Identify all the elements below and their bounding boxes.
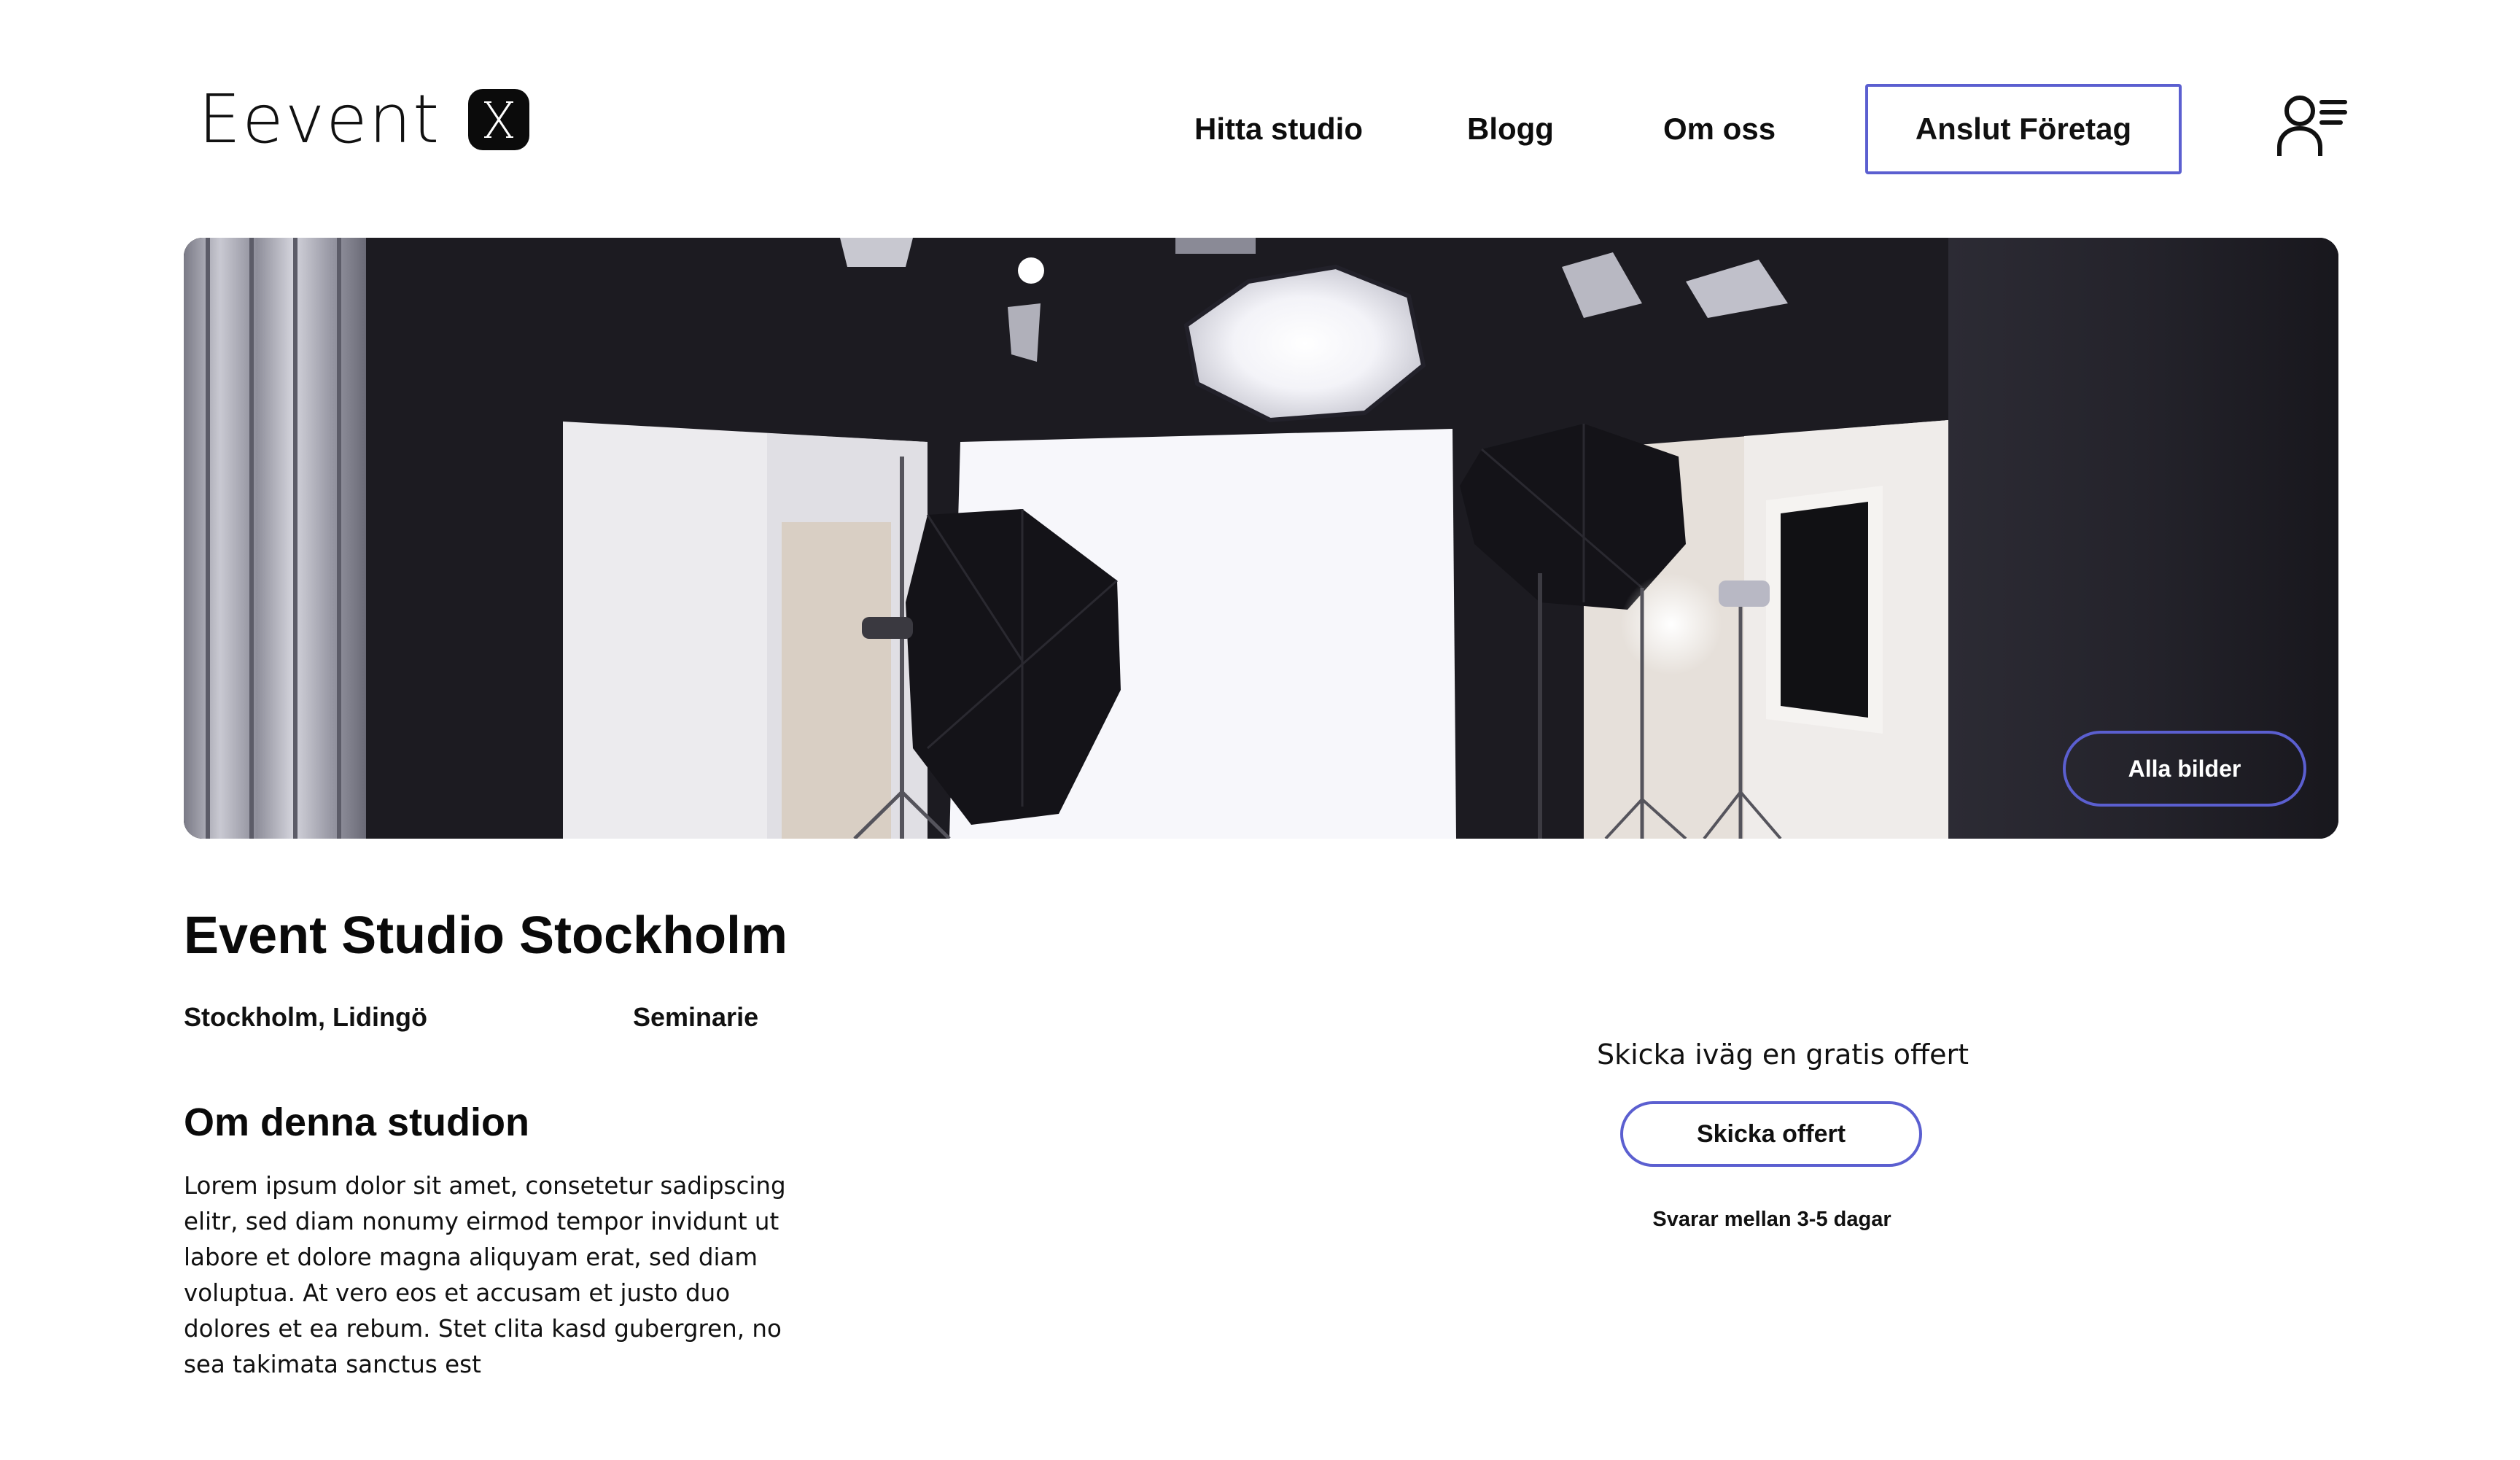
logo[interactable]: Eevent [198, 80, 530, 158]
logo-text: Eevent [198, 80, 441, 158]
user-menu-icon[interactable] [2275, 92, 2348, 158]
send-offer-button[interactable]: Skicka offert [1620, 1101, 1922, 1167]
about-heading: Om denna studion [184, 1100, 530, 1144]
nav-link-find-studio[interactable]: Hitta studio [1194, 112, 1363, 147]
studio-category: Seminarie [633, 1002, 759, 1032]
hero-image: Alla bilder [184, 238, 2338, 839]
studio-photo [184, 238, 2338, 839]
studio-location: Stockholm, Lidingö [184, 1002, 427, 1032]
x-logo-icon [468, 89, 530, 150]
nav-link-blog[interactable]: Blogg [1467, 112, 1554, 147]
studio-title: Event Studio Stockholm [184, 906, 788, 965]
join-company-button[interactable]: Anslut Företag [1865, 84, 2182, 174]
response-time-note: Svarar mellan 3-5 dagar [1652, 1208, 1891, 1231]
all-images-button[interactable]: Alla bilder [2063, 731, 2306, 807]
about-text: Lorem ipsum dolor sit amet, consetetur s… [184, 1172, 786, 1378]
offer-heading: Skicka iväg en gratis offert [1597, 1038, 1969, 1071]
nav-link-about[interactable]: Om oss [1663, 112, 1776, 147]
